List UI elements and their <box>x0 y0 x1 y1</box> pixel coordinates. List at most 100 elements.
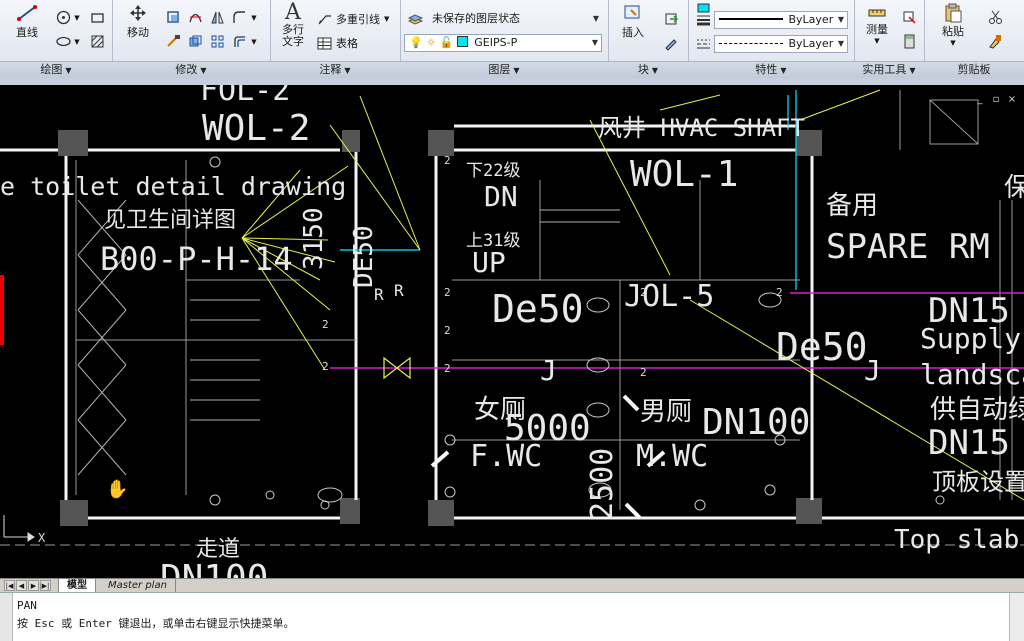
svg-text:2: 2 <box>322 360 329 373</box>
dropdown-arrow-icon: ▼ <box>837 15 844 24</box>
layer-properties-button[interactable] <box>406 10 425 29</box>
lightbulb-icon: 💡 <box>409 36 423 49</box>
block-panel-label[interactable]: 块 ▼ <box>608 61 688 78</box>
ribbon-canvas-separator <box>0 78 1024 85</box>
layer-state-dropdown[interactable]: 未保存的图层状态 ▼ <box>428 11 602 29</box>
offset-icon <box>234 36 245 47</box>
calculator-button[interactable] <box>900 32 919 51</box>
tab-master-plan-label: Master plan <box>108 580 167 591</box>
mtext-icon: A <box>285 0 301 25</box>
fillet-dropdown[interactable]: ▼ <box>250 12 258 24</box>
current-layer-dropdown[interactable]: 💡 ☼ 🔓 GEIPS-P ▼ <box>404 34 602 52</box>
line-button[interactable]: 直线 <box>6 0 48 44</box>
stretch-button[interactable] <box>186 32 205 51</box>
command-line-scrollbar[interactable] <box>1009 593 1024 641</box>
create-block-button[interactable] <box>662 10 681 29</box>
viewport-minimize-button[interactable]: _ <box>974 95 986 105</box>
layers-panel-title: 图层 <box>488 63 511 76</box>
array-icon <box>211 35 224 48</box>
red-edge-marker <box>0 275 4 345</box>
drawing-canvas[interactable]: ✋ X FOL-2 WOL-2 e toilet detail drawing … <box>0 85 1024 578</box>
viewport-close-button[interactable]: × <box>1006 95 1018 105</box>
layers-panel: 未保存的图层状态 ▼ 💡 ☼ 🔓 GEIPS-P ▼ 图层 ▼ <box>400 0 609 78</box>
properties-panel-title: 特性 <box>755 63 778 76</box>
rectangle-button[interactable] <box>88 8 107 27</box>
offset-dropdown[interactable]: ▼ <box>250 36 258 48</box>
fillet-button[interactable] <box>230 8 249 27</box>
offset-button[interactable] <box>230 32 249 51</box>
insert-button-label: 插入 <box>622 26 644 39</box>
mtext-button[interactable]: A 多行 文字 <box>276 0 310 50</box>
quick-select-icon <box>903 11 916 24</box>
ucs-icon <box>3 515 35 542</box>
create-block-icon <box>665 13 678 25</box>
trim-button[interactable] <box>186 8 205 27</box>
matchprop-button[interactable] <box>986 32 1005 51</box>
edit-block-button[interactable] <box>662 34 681 53</box>
modify-panel-title: 修改 <box>175 63 198 76</box>
modify-panel: 移动 ▼ ▼ 修改 ▼ <box>112 0 271 78</box>
draw-panel-label[interactable]: 绘图 ▼ <box>0 61 112 78</box>
array-button[interactable] <box>208 32 227 51</box>
circle-button[interactable] <box>54 8 73 27</box>
measure-button[interactable]: 测量 ▼ <box>858 0 896 50</box>
annotation-panel-label[interactable]: 注释 ▼ <box>270 61 400 78</box>
command-line-grip[interactable] <box>0 593 13 641</box>
tab-first-button[interactable]: |◀ <box>4 580 15 591</box>
hatch-button[interactable] <box>88 32 107 51</box>
cut-icon <box>989 10 1002 24</box>
command-history-line: PAN <box>17 599 37 612</box>
label-de50a: De50 <box>492 287 584 331</box>
label-wol1: WOL-1 <box>630 154 738 195</box>
command-line[interactable]: PAN 按 Esc 或 Enter 键退出，或单击右键显示快捷菜单。 <box>0 592 1024 641</box>
modify-panel-label[interactable]: 修改 ▼ <box>112 61 270 78</box>
linetype-dropdown[interactable]: ByLayer ▼ <box>714 35 848 53</box>
cut-button[interactable] <box>986 8 1005 27</box>
stretch-icon <box>189 35 202 47</box>
dropdown-arrow-icon: ▼ <box>591 38 598 47</box>
mleader-button[interactable]: 多重引线 ▼ <box>316 10 396 28</box>
ribbon: 直线 ▼ ▼ 绘图 ▼ 移动 ▼ ▼ 修改 ▼ A 多行 文字 多重引线 ▼ 表… <box>0 0 1024 79</box>
tab-model-label: 模型 <box>67 580 87 591</box>
quick-select-button[interactable] <box>900 8 919 27</box>
utilities-panel-label[interactable]: 实用工具 ▼ <box>854 61 924 78</box>
ellipse-button[interactable] <box>54 32 73 51</box>
layers-panel-label[interactable]: 图层 ▼ <box>400 61 608 78</box>
tab-prev-button[interactable]: ◀ <box>16 580 27 591</box>
lineweight-dropdown[interactable]: ByLayer ▼ <box>714 11 848 29</box>
dropdown-arrow-icon: ▼ <box>837 39 844 48</box>
label-r1: R <box>374 285 384 304</box>
svg-text:2: 2 <box>444 286 451 299</box>
properties-panel-label[interactable]: 特性 ▼ <box>688 61 854 78</box>
circle-dropdown[interactable]: ▼ <box>73 12 81 24</box>
label-spare-cn: 备用 <box>826 191 878 221</box>
copy-button[interactable] <box>164 32 183 51</box>
tab-next-button[interactable]: ▶ <box>28 580 39 591</box>
ellipse-icon <box>56 36 71 47</box>
paste-button[interactable]: 粘贴 ▼ <box>932 0 974 50</box>
lineweight-button[interactable] <box>694 10 713 29</box>
mirror-button[interactable] <box>208 8 227 27</box>
insert-button[interactable]: 插入 <box>612 0 654 44</box>
label-bao: 保 <box>1004 173 1024 203</box>
measure-dropdown-icon: ▼ <box>874 37 880 45</box>
svg-text:2: 2 <box>640 366 647 379</box>
viewport-restore-button[interactable]: ▫ <box>990 95 1002 105</box>
clipboard-panel-label[interactable]: 剪贴板 <box>924 61 1024 78</box>
rotate-button[interactable] <box>164 8 183 27</box>
tab-master-plan[interactable]: Master plan <box>100 579 176 592</box>
linetype-button[interactable] <box>694 34 713 53</box>
current-layer-name: GEIPS-P <box>474 36 518 49</box>
label-r2: R <box>394 281 404 300</box>
command-prompt-line: 按 Esc 或 Enter 键退出，或单击右键显示快捷菜单。 <box>17 617 295 630</box>
paste-button-label: 粘贴 <box>942 25 964 38</box>
ellipse-dropdown[interactable]: ▼ <box>73 36 81 48</box>
label-5000: 5000 <box>504 408 591 449</box>
label-dn: DN <box>484 180 518 213</box>
table-button[interactable]: 表格 <box>316 34 376 52</box>
tab-model[interactable]: 模型 <box>58 579 96 593</box>
move-button[interactable]: 移动 <box>118 0 158 44</box>
tab-last-button[interactable]: ▶| <box>40 580 51 591</box>
svg-text:2: 2 <box>776 286 783 299</box>
label-fol: FOL-2 <box>200 85 290 108</box>
